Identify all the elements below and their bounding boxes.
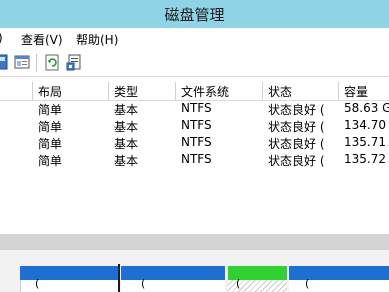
cell-status: 状态良好 ( [268, 103, 325, 117]
partition-label: ( [35, 277, 40, 290]
partition-block[interactable]: ( [289, 277, 389, 292]
partition-block[interactable]: ( [121, 277, 225, 292]
column-header-layout[interactable]: 布局 [38, 83, 62, 100]
cell-layout: 简单 [38, 103, 63, 117]
partition-header [121, 266, 225, 280]
cell-layout: 简单 [38, 154, 63, 168]
column-divider [108, 82, 109, 100]
column-divider [32, 82, 33, 100]
column-header-status[interactable]: 状态 [268, 83, 292, 100]
partition-label: ( [305, 277, 310, 290]
partition-header [289, 266, 389, 280]
cell-status: 状态良好 ( [268, 120, 325, 134]
toolbar-separator [36, 54, 37, 72]
cell-layout: 简单 [38, 137, 63, 151]
cell-status: 状态良好 ( [268, 137, 325, 151]
column-divider [262, 82, 263, 100]
selection-border [118, 264, 120, 292]
help-icon[interactable] [66, 54, 82, 74]
properties-icon[interactable] [14, 54, 30, 73]
column-header-capacity[interactable]: 容量 [344, 83, 368, 100]
cell-capacity: 135.72 ( [344, 152, 389, 166]
title-bar: 磁盘管理 [0, 0, 389, 28]
toolbar [0, 50, 389, 77]
cell-type: 基本 [114, 103, 139, 117]
console-icon[interactable] [0, 54, 8, 73]
partition-label: ( [236, 277, 241, 290]
table-row[interactable]: 简单 基本 NTFS 状态良好 ( 135.72 ( [0, 152, 389, 169]
cell-filesystem: NTFS [181, 135, 212, 149]
table-row[interactable]: 简单 基本 NTFS 状态良好 ( 58.63 G [0, 101, 389, 118]
cell-capacity: 135.71 ( [344, 135, 389, 149]
menu-item-partial[interactable]: ) [0, 31, 3, 45]
volume-list-header: 布局 类型 文件系统 状态 容量 [0, 82, 389, 101]
cell-filesystem: NTFS [181, 152, 212, 166]
refresh-icon[interactable] [44, 54, 60, 74]
partition-block-free[interactable]: ( [228, 277, 287, 292]
cell-status: 状态良好 ( [268, 154, 325, 168]
column-header-filesystem[interactable]: 文件系统 [181, 83, 229, 100]
cell-filesystem: NTFS [181, 101, 212, 115]
partition-block[interactable]: ( [20, 277, 119, 292]
table-row[interactable]: 简单 基本 NTFS 状态良好 ( 134.70 ( [0, 118, 389, 135]
cell-filesystem: NTFS [181, 118, 212, 132]
menu-item-help[interactable]: 帮助(H) [76, 31, 118, 48]
cell-type: 基本 [114, 154, 139, 168]
column-divider [338, 82, 339, 100]
cell-capacity: 134.70 ( [344, 118, 389, 132]
pane-splitter[interactable] [0, 234, 389, 250]
window-title: 磁盘管理 [164, 6, 225, 24]
column-divider [175, 82, 176, 100]
menu-item-view[interactable]: 查看(V) [21, 31, 63, 48]
partition-label: ( [141, 277, 146, 290]
table-row[interactable]: 简单 基本 NTFS 状态良好 ( 135.71 ( [0, 135, 389, 152]
menu-bar: ) 查看(V) 帮助(H) [0, 28, 389, 50]
cell-type: 基本 [114, 120, 139, 134]
cell-layout: 简单 [38, 120, 63, 134]
cell-type: 基本 [114, 137, 139, 151]
cell-capacity: 58.63 G [344, 101, 389, 115]
column-header-type[interactable]: 类型 [114, 83, 138, 100]
